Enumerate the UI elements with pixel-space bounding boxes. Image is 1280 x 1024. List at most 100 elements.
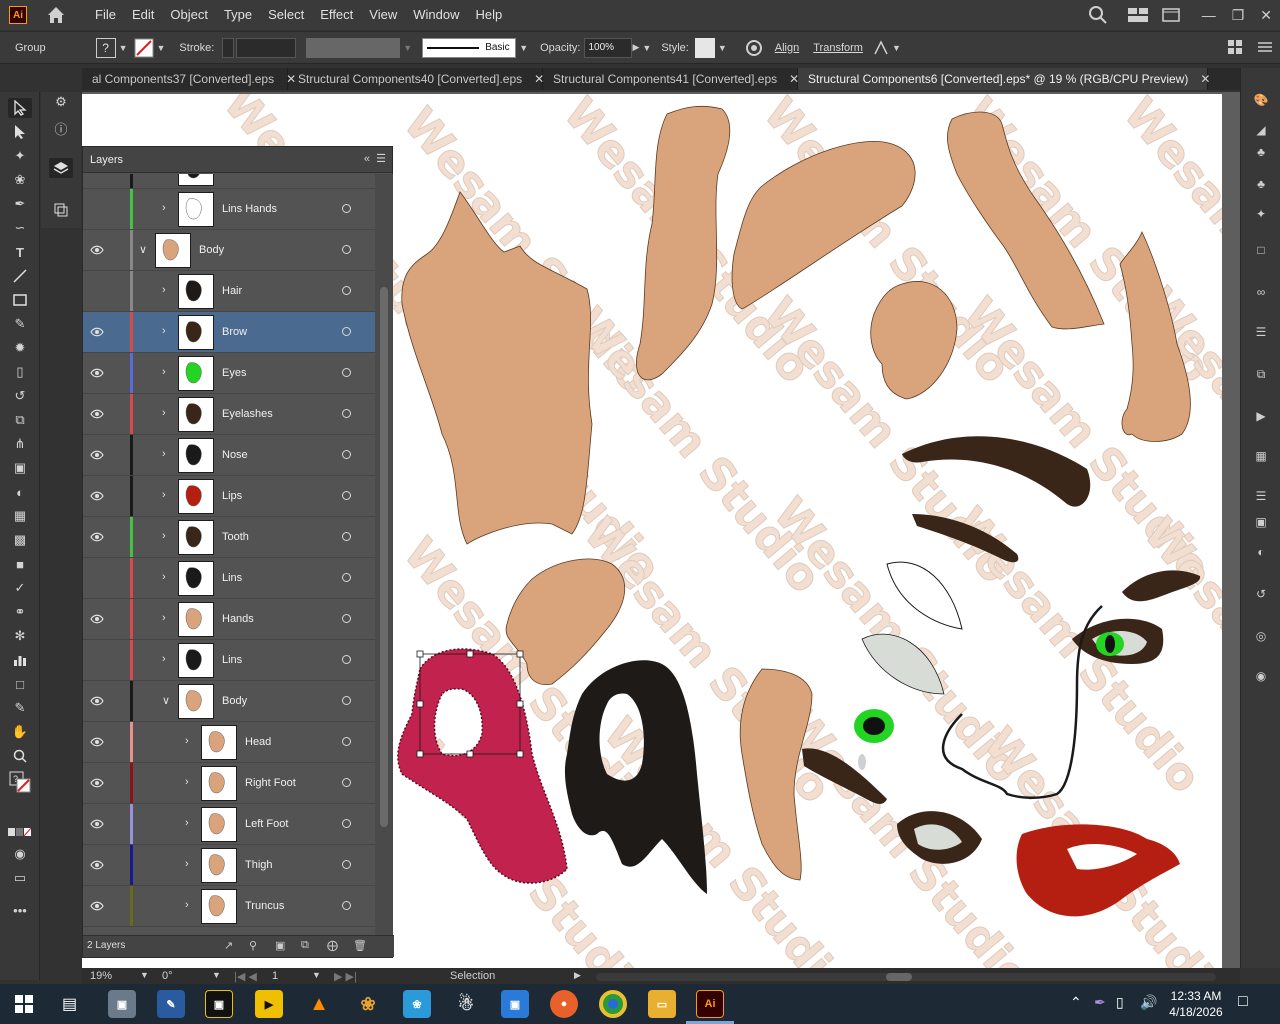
target-circle-icon[interactable] bbox=[342, 204, 351, 213]
visibility-eye-icon[interactable] bbox=[90, 654, 104, 666]
expand-chevron-icon[interactable]: › bbox=[162, 530, 172, 542]
tray-chevron-icon[interactable]: ⌃ bbox=[1070, 994, 1082, 1011]
vlc-app-icon[interactable]: ▲ bbox=[305, 990, 333, 1018]
shape-builder-tool-icon[interactable]: ◐ bbox=[8, 482, 32, 502]
file-explorer-app-icon[interactable]: ▭ bbox=[648, 990, 676, 1018]
variable-width-dropdown[interactable] bbox=[306, 37, 401, 58]
info-icon[interactable]: ⓘ bbox=[49, 118, 73, 138]
eraser-tool-icon[interactable]: ▯ bbox=[8, 362, 32, 382]
hair-shape[interactable] bbox=[564, 660, 707, 894]
head-shape[interactable] bbox=[870, 281, 958, 400]
chevron-down-icon[interactable]: ▼ bbox=[403, 43, 412, 53]
perspective-grid-tool-icon[interactable]: ▦ bbox=[8, 506, 32, 526]
player-app-icon[interactable]: ▶ bbox=[255, 990, 283, 1018]
delete-icon[interactable]: 🗑 bbox=[353, 939, 367, 952]
layer-row[interactable]: › Lips bbox=[83, 476, 375, 517]
inkscape-app-icon[interactable]: ☃ bbox=[452, 990, 480, 1018]
layer-name[interactable]: Brow bbox=[222, 326, 247, 338]
rotate-tool-icon[interactable]: ↺ bbox=[8, 386, 32, 406]
gradient-panel-icon[interactable]: ☰ bbox=[1251, 488, 1271, 504]
visibility-eye-icon[interactable] bbox=[90, 285, 104, 297]
network-icon[interactable]: ▯ bbox=[1116, 994, 1124, 1011]
libraries-icon[interactable]: ◉ bbox=[1251, 668, 1271, 684]
slice-tool-icon[interactable]: ✎ bbox=[8, 698, 32, 718]
layer-row[interactable]: › Tooth bbox=[83, 517, 375, 558]
graphic-styles-icon[interactable]: ◎ bbox=[1251, 628, 1271, 644]
layer-row[interactable]: › Hair bbox=[83, 271, 375, 312]
symbol-sprayer-tool-icon[interactable]: ✻ bbox=[8, 626, 32, 646]
gradient-tool-icon[interactable]: ■ bbox=[8, 554, 32, 574]
puppet-warp-icon[interactable] bbox=[873, 39, 889, 56]
visibility-eye-icon[interactable] bbox=[90, 859, 104, 871]
brushes-icon[interactable]: ✦ bbox=[1251, 206, 1271, 222]
layer-name[interactable]: Right Foot bbox=[245, 777, 296, 789]
visibility-eye-icon[interactable] bbox=[90, 449, 104, 461]
visibility-eye-icon[interactable] bbox=[90, 777, 104, 789]
chevron-down-icon[interactable]: ▼ bbox=[119, 43, 128, 53]
stroke-swatch[interactable] bbox=[134, 38, 154, 58]
expand-chevron-icon[interactable]: › bbox=[185, 817, 195, 829]
layer-name[interactable]: Head bbox=[245, 736, 271, 748]
layer-row[interactable]: › Head bbox=[83, 722, 375, 763]
panel-options-icon[interactable] bbox=[1258, 40, 1272, 54]
illustrator-app-icon[interactable]: Ai bbox=[696, 990, 724, 1018]
expand-chevron-icon[interactable]: › bbox=[162, 325, 172, 337]
eyedropper-tool-icon[interactable]: ✓ bbox=[8, 578, 32, 598]
menu-effect[interactable]: Effect bbox=[312, 0, 361, 30]
restore-icon[interactable]: ❐ bbox=[1232, 7, 1245, 24]
layer-row[interactable]: › Truncus bbox=[83, 886, 375, 927]
expand-chevron-icon[interactable]: › bbox=[185, 776, 195, 788]
swatches-icon[interactable]: ♣ bbox=[1251, 144, 1271, 160]
doc-tab[interactable]: al Components37 [Converted].eps ✕ bbox=[82, 68, 296, 90]
locate-object-icon[interactable]: ↗ bbox=[224, 939, 233, 952]
align-button[interactable]: Align bbox=[775, 42, 799, 54]
target-circle-icon[interactable] bbox=[342, 860, 351, 869]
new-layer-icon[interactable]: ⨁ bbox=[327, 939, 338, 952]
paintbrush-tool-icon[interactable]: ✎ bbox=[8, 314, 32, 334]
layer-row[interactable]: › Left Foot bbox=[83, 804, 375, 845]
layer-name[interactable]: Lins bbox=[222, 572, 242, 584]
close-icon[interactable]: ✕ bbox=[1260, 7, 1272, 24]
make-clipping-mask-icon[interactable]: ▣ bbox=[275, 939, 285, 952]
expand-chevron-icon[interactable]: › bbox=[162, 653, 172, 665]
chrome-app-icon[interactable] bbox=[599, 990, 627, 1018]
chevron-right-icon[interactable]: ▶ bbox=[574, 970, 581, 981]
opacity-input[interactable]: 100% bbox=[584, 37, 633, 58]
target-circle-icon[interactable] bbox=[342, 450, 351, 459]
target-circle-icon[interactable] bbox=[342, 819, 351, 828]
lasso-tool-icon[interactable]: ❀ bbox=[8, 170, 32, 190]
pen-tool-icon[interactable]: ✒ bbox=[8, 194, 32, 214]
visibility-eye-icon[interactable] bbox=[90, 408, 104, 420]
screen-mode-icon[interactable]: ▭ bbox=[8, 868, 32, 888]
windows-start-icon[interactable] bbox=[15, 995, 33, 1013]
mesh-tool-icon[interactable]: ▩ bbox=[8, 530, 32, 550]
artboards-panel-icon[interactable] bbox=[49, 200, 73, 220]
fill-stroke-swatches[interactable]: ? bbox=[8, 771, 32, 793]
zoom-tool-icon[interactable] bbox=[8, 746, 32, 766]
chevron-down-icon[interactable]: ▼ bbox=[157, 43, 166, 53]
scrollbar-thumb[interactable] bbox=[380, 287, 388, 827]
layer-row[interactable]: › Brow bbox=[83, 312, 375, 353]
stroke-panel-icon[interactable]: ▦ bbox=[1251, 448, 1271, 464]
chevron-down-icon[interactable]: ▼ bbox=[892, 43, 901, 53]
selection-tool-icon[interactable] bbox=[8, 98, 32, 118]
layer-row[interactable]: › Hands bbox=[83, 599, 375, 640]
target-circle-icon[interactable] bbox=[342, 778, 351, 787]
direct-selection-tool-icon[interactable] bbox=[8, 122, 32, 142]
symbols-icon[interactable]: ♣ bbox=[1251, 176, 1271, 192]
draw-mode-icon[interactable]: ◉ bbox=[8, 844, 32, 864]
type-tool-icon[interactable]: T bbox=[8, 242, 32, 262]
close-tab-icon[interactable]: ✕ bbox=[1200, 72, 1210, 86]
explorer-app-icon[interactable]: ▣ bbox=[108, 990, 136, 1018]
target-circle-icon[interactable] bbox=[342, 245, 351, 254]
target-circle-icon[interactable] bbox=[342, 614, 351, 623]
actions-play-icon[interactable]: ▶ bbox=[1251, 408, 1271, 424]
chevron-right-icon[interactable]: ▶ bbox=[632, 42, 639, 53]
width-tool-icon[interactable]: ⋔ bbox=[8, 434, 32, 454]
layer-name[interactable]: Eyes bbox=[222, 367, 246, 379]
truncus-shape[interactable] bbox=[401, 191, 593, 545]
scrollbar-thumb[interactable] bbox=[886, 973, 912, 981]
eye-pupil[interactable] bbox=[863, 717, 885, 735]
target-circle-icon[interactable] bbox=[342, 368, 351, 377]
visibility-eye-icon[interactable] bbox=[90, 736, 104, 748]
